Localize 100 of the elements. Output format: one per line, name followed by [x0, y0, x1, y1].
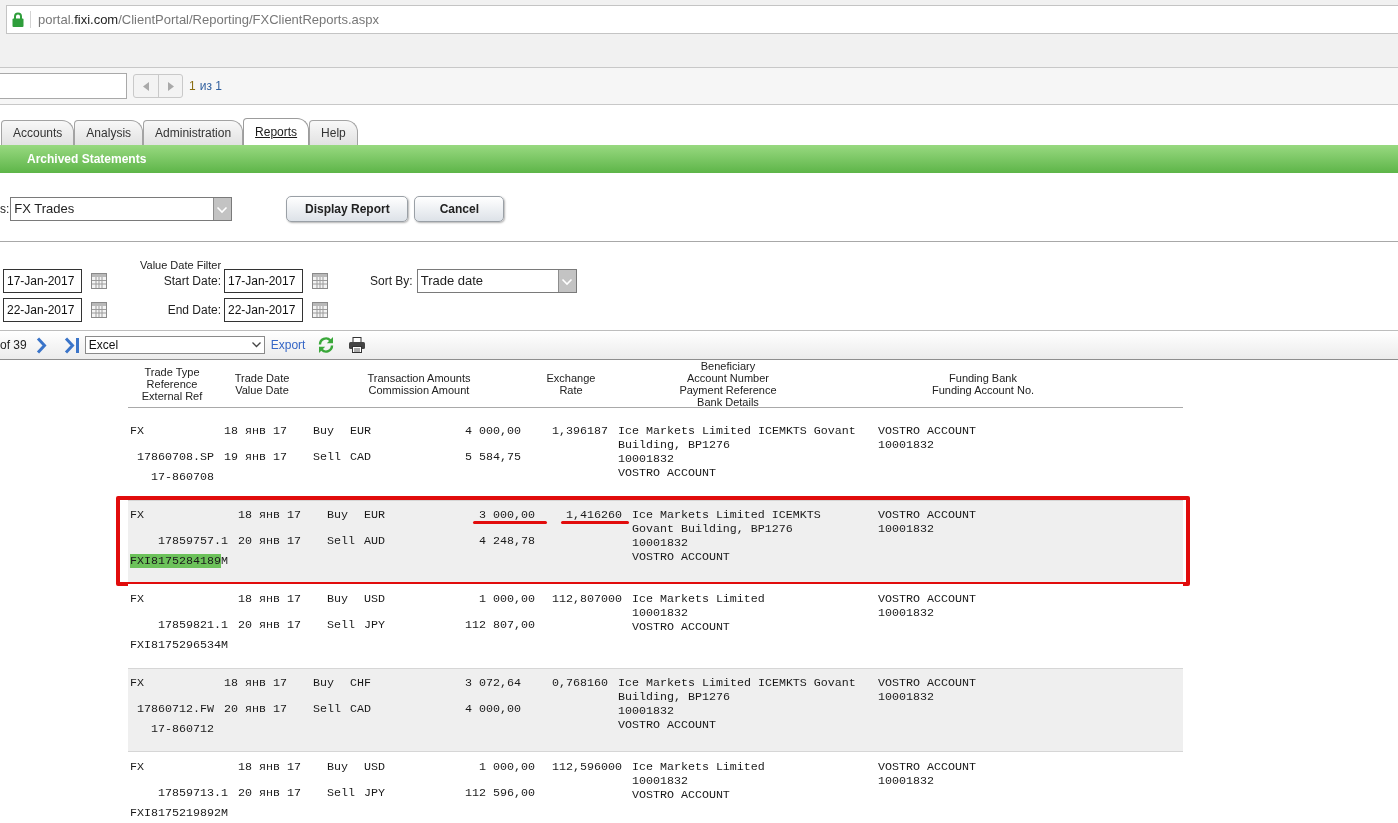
- calendar-icon[interactable]: [312, 302, 328, 318]
- side-cell: Buy: [313, 424, 334, 438]
- amount-cell: 5 584,75: [465, 450, 521, 464]
- side-cell: Sell: [313, 702, 341, 716]
- funding-cell: VOSTRO ACCOUNT 10001832: [878, 592, 976, 620]
- amount-cell: 1 000,00: [478, 592, 535, 606]
- currency-cell: CHF: [350, 676, 371, 690]
- funding-cell: VOSTRO ACCOUNT 10001832: [878, 508, 976, 536]
- value-date-cell: 20 янв 17: [237, 786, 301, 800]
- type-cell: FX: [130, 424, 144, 438]
- funding-cell: VOSTRO ACCOUNT 10001832: [878, 760, 976, 788]
- report-select[interactable]: FX Trades: [10, 197, 233, 221]
- currency-cell: JPY: [363, 786, 385, 800]
- currency-cell: EUR: [363, 508, 385, 522]
- rate-cell: 112,807000: [552, 592, 622, 606]
- export-link[interactable]: Export: [270, 336, 306, 354]
- currency-cell: JPY: [363, 618, 385, 632]
- reference-cell: 17859821.1: [158, 618, 228, 632]
- side-cell: Sell: [313, 450, 341, 464]
- field-label: End Date:: [167, 302, 221, 319]
- rate-cell: 112,596000: [552, 760, 622, 774]
- column-header: Trade Date Value Date: [234, 371, 290, 396]
- refresh-icon[interactable]: [317, 336, 336, 354]
- external-ref-cell: FXI8175296534M: [130, 638, 228, 652]
- tab[interactable]: Analysis: [74, 120, 144, 145]
- calendar-icon[interactable]: [91, 273, 107, 289]
- tab[interactable]: Help: [309, 120, 358, 145]
- chevron-down-icon: [213, 198, 232, 220]
- side-cell: Buy: [326, 508, 348, 522]
- amount-cell: 4 000,00: [465, 424, 521, 438]
- currency-cell: CAD: [350, 702, 371, 716]
- reference-cell: 17859757.1: [158, 534, 228, 548]
- date-field[interactable]: 17-Jan-2017: [224, 269, 303, 293]
- column-header: Beneficiary Account Number Payment Reference Bank Details: [679, 359, 777, 408]
- amount-cell: 3 072,64: [465, 676, 521, 690]
- form-button[interactable]: Cancel: [414, 196, 505, 222]
- type-cell: FX: [130, 592, 144, 606]
- amount-cell: 3 000,00: [478, 508, 535, 522]
- column-header: Trade Type Reference External Ref: [141, 365, 203, 402]
- date-field[interactable]: 22-Jan-2017: [3, 298, 82, 322]
- currency-cell: EUR: [350, 424, 371, 438]
- tab[interactable]: Administration: [143, 120, 244, 145]
- field-label: Sort By:: [370, 273, 413, 290]
- trade-date-cell: 18 янв 17: [237, 592, 301, 606]
- side-cell: Sell: [326, 534, 355, 548]
- beneficiary-cell: Ice Markets Limited 10001832 VOSTRO ACCOUNT: [631, 760, 765, 802]
- calendar-icon[interactable]: [312, 273, 328, 289]
- column-header: Exchange Rate: [546, 371, 596, 396]
- trade-date-cell: 18 янв 17: [237, 508, 301, 522]
- page-number: 1: [189, 78, 196, 95]
- currency-cell: AUD: [363, 534, 385, 548]
- chevron-down-icon: [557, 270, 576, 292]
- amount-cell: 4 248,78: [478, 534, 535, 548]
- external-ref-cell: 17-860708: [151, 470, 214, 484]
- calendar-icon[interactable]: [91, 302, 107, 318]
- filter-title: Value Date Filter: [140, 259, 222, 271]
- side-cell: Buy: [326, 592, 348, 606]
- currency-cell: CAD: [350, 450, 371, 464]
- beneficiary-cell: Ice Markets Limited 10001832 VOSTRO ACCOUNT: [631, 592, 765, 634]
- column-header: Transaction Amounts Commission Amount: [367, 371, 471, 396]
- type-cell: FX: [130, 760, 144, 774]
- type-cell: FX: [130, 676, 144, 690]
- chevron-right-icon[interactable]: [35, 336, 47, 354]
- tab[interactable]: Accounts: [1, 120, 75, 145]
- search-field[interactable]: [0, 73, 127, 99]
- left-triangle-icon: [143, 81, 149, 91]
- trade-date-cell: 18 янв 17: [224, 424, 287, 438]
- side-cell: Buy: [326, 760, 348, 774]
- amount-cell: 4 000,00: [465, 702, 521, 716]
- page-count: из 1: [199, 78, 222, 95]
- amount-cell: 112 596,00: [465, 786, 535, 800]
- last-page-icon[interactable]: [63, 336, 80, 354]
- reference-cell: 17860708.SP: [137, 450, 214, 464]
- external-ref-cell: 17-860712: [151, 722, 214, 736]
- beneficiary-cell: Ice Markets Limited ICEMKTS Govant Building, BP1276 10001832 VOSTRO ACCOUNT: [618, 676, 856, 732]
- amount-cell: 1 000,00: [478, 760, 535, 774]
- reference-cell: 17860712.FW: [137, 702, 214, 716]
- beneficiary-cell: Ice Markets Limited ICEMKTS Govant Building, BP1276 10001832 VOSTRO ACCOUNT: [618, 424, 856, 480]
- trade-date-cell: 18 янв 17: [237, 760, 301, 774]
- right-triangle-icon: [167, 81, 174, 91]
- side-cell: Sell: [326, 618, 355, 632]
- form-button[interactable]: Display Report: [286, 196, 409, 222]
- address-bar[interactable]: portal.fixi.com/ClientPortal/Reporting/FXClientReports.aspx: [6, 5, 1398, 34]
- reference-cell: 17859713.1: [158, 786, 228, 800]
- amount-cell: 112 807,00: [465, 618, 535, 632]
- type-cell: FX: [130, 508, 144, 522]
- funding-cell: VOSTRO ACCOUNT 10001832: [878, 424, 976, 452]
- column-header: Funding Bank Funding Account No.: [931, 371, 1035, 396]
- date-field[interactable]: 17-Jan-2017: [3, 269, 82, 293]
- date-field[interactable]: 22-Jan-2017: [224, 298, 303, 322]
- side-cell: Sell: [326, 786, 355, 800]
- tab[interactable]: Reports: [243, 118, 310, 145]
- value-date-cell: 20 янв 17: [237, 534, 301, 548]
- print-icon[interactable]: [349, 337, 366, 353]
- format-select[interactable]: Excel: [84, 336, 265, 354]
- lock-icon: [12, 12, 24, 27]
- funding-cell: VOSTRO ACCOUNT 10001832: [878, 676, 976, 704]
- sort-select[interactable]: Trade date: [416, 269, 577, 293]
- field-label: s:: [0, 201, 10, 218]
- trade-date-cell: 18 янв 17: [224, 676, 287, 690]
